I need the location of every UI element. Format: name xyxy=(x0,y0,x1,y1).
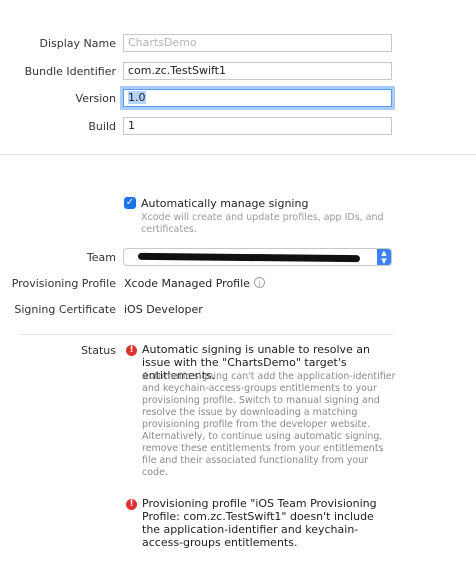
error-title: Provisioning profile "iOS Team Provision… xyxy=(142,497,377,549)
status-label: Status xyxy=(80,344,116,357)
auto-manage-signing-label: Automatically manage signing xyxy=(141,197,309,210)
error-icon: ! xyxy=(126,345,137,356)
display-name-label: Display Name xyxy=(39,37,117,50)
version-value: 1.0 xyxy=(128,91,146,104)
team-select[interactable]: ▲ ▼ xyxy=(123,248,392,266)
redacted-team-scribble xyxy=(137,252,361,263)
auto-manage-signing-checkbox[interactable]: ✓ xyxy=(124,197,136,209)
section-divider xyxy=(0,154,476,155)
info-icon[interactable]: i xyxy=(254,277,265,288)
version-label: Version xyxy=(75,92,116,105)
build-field[interactable]: 1 xyxy=(123,117,392,135)
checkmark-icon: ✓ xyxy=(125,197,135,208)
display-name-field[interactable]: ChartsDemo xyxy=(123,34,392,52)
auto-manage-signing-description: Xcode will create and update profiles, a… xyxy=(141,212,384,235)
error-icon: ! xyxy=(126,499,137,510)
signing-certificate-label: Signing Certificate xyxy=(14,303,116,316)
bundle-identifier-field[interactable]: com.zc.TestSwift1 xyxy=(123,62,392,80)
build-label: Build xyxy=(88,120,116,133)
error-description: Automatic signing can't add the applicat… xyxy=(142,371,396,478)
chevron-updown-icon: ▲ ▼ xyxy=(377,249,391,265)
provisioning-profile-label: Provisioning Profile xyxy=(11,277,116,290)
status-divider xyxy=(20,334,393,335)
team-label: Team xyxy=(86,251,116,264)
signing-certificate-value: iOS Developer xyxy=(124,303,203,316)
version-field[interactable]: 1.0 xyxy=(123,89,392,107)
bundle-identifier-label: Bundle Identifier xyxy=(24,65,116,78)
provisioning-profile-value: Xcode Managed Profile xyxy=(124,277,250,290)
